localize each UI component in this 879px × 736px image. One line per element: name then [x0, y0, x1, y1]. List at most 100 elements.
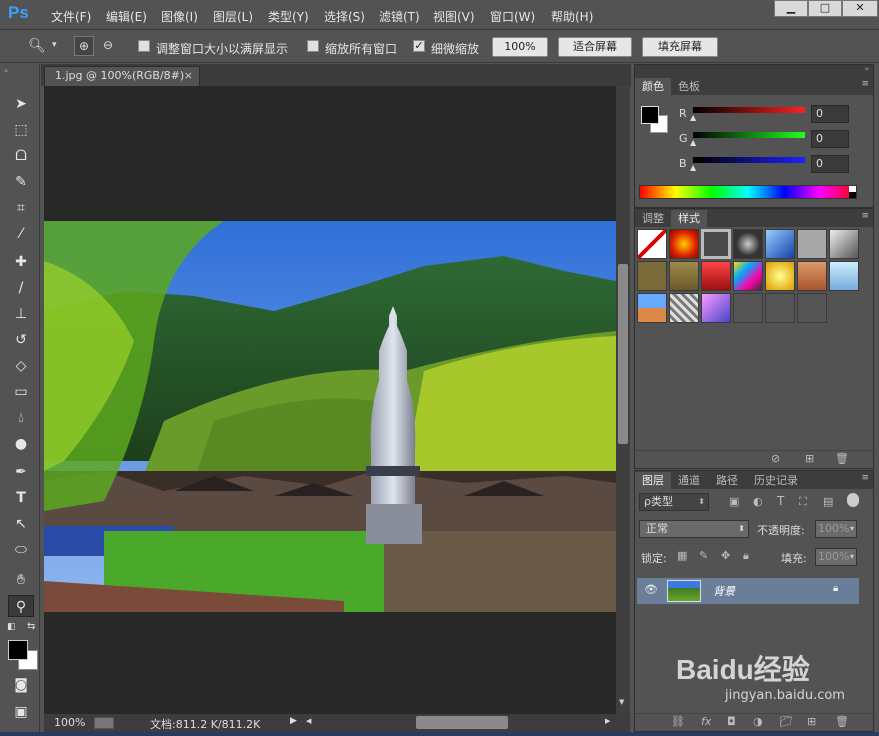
zoom-level[interactable]: 100% — [54, 716, 85, 729]
style-none[interactable] — [637, 229, 667, 259]
style-metal[interactable] — [829, 229, 859, 259]
menu-filter[interactable]: 滤镜(T) — [379, 8, 420, 25]
zoom-all-checkbox[interactable] — [307, 40, 319, 52]
quick-mask-icon[interactable]: ◙ — [8, 674, 34, 696]
restore-button[interactable]: □ — [808, 0, 842, 17]
tab-history[interactable]: 历史记录 — [747, 472, 805, 489]
menu-help[interactable]: 帮助(H) — [551, 8, 593, 25]
dodge-tool-icon[interactable]: ● — [8, 433, 34, 455]
tab-color[interactable]: 颜色 — [635, 78, 671, 95]
collapse-icon[interactable]: » — [4, 67, 8, 75]
hand-tool-icon[interactable]: ✋︎ — [8, 569, 34, 591]
style-yellow[interactable] — [765, 261, 795, 291]
style-dark-c[interactable] — [797, 293, 827, 323]
move-tool-icon[interactable]: ➤ — [8, 93, 34, 115]
scrubby-zoom-checkbox[interactable]: ✓ — [413, 40, 425, 52]
style-blue-glass[interactable] — [765, 229, 795, 259]
resize-windows-checkbox[interactable] — [138, 40, 150, 52]
layer-style-icon[interactable]: fx — [701, 715, 711, 728]
close-tab-icon[interactable]: × — [184, 67, 193, 85]
lock-position-icon[interactable]: ✥ — [721, 549, 730, 562]
new-style-icon[interactable]: ⊞ — [805, 452, 814, 465]
style-sunset[interactable] — [637, 293, 667, 323]
tab-paths[interactable]: 路径 — [709, 472, 745, 489]
blend-mode-select[interactable]: 正常 ⬍ — [639, 520, 749, 538]
new-layer-icon[interactable]: ⊞ — [807, 715, 816, 728]
canvas-area[interactable] — [44, 86, 616, 714]
tab-layers[interactable]: 图层 — [635, 472, 671, 489]
scroll-right-icon[interactable]: ▶ — [605, 717, 610, 725]
crop-tool-icon[interactable]: ⌗ — [8, 197, 34, 219]
swap-colors-icon[interactable]: ⇆ — [27, 621, 35, 632]
status-menu-icon[interactable]: ▶ — [290, 716, 297, 726]
filter-smart-object-icon[interactable]: ▤ — [823, 495, 833, 508]
style-purple[interactable] — [701, 293, 731, 323]
adjustment-layer-icon[interactable]: ◑ — [753, 715, 763, 728]
fill-screen-button[interactable]: 填充屏幕 — [642, 37, 718, 57]
status-preview-icon[interactable] — [94, 717, 114, 729]
style-red-glow[interactable] — [669, 229, 699, 259]
filter-shape-icon[interactable]: ⛶ — [799, 495, 807, 509]
style-rainbow[interactable] — [733, 261, 763, 291]
tab-channels[interactable]: 通道 — [671, 472, 707, 489]
channel-g-input[interactable]: 0 — [811, 130, 849, 148]
menu-edit[interactable]: 编辑(E) — [106, 8, 147, 25]
eyedropper-tool-icon[interactable]: ⁄ — [8, 223, 34, 245]
visibility-eye-icon[interactable]: 👁︎ — [644, 583, 658, 596]
zoom-out-icon[interactable]: ⊖ — [98, 36, 118, 56]
spectrum-black-chip[interactable] — [849, 192, 856, 198]
menu-window[interactable]: 窗口(W) — [490, 8, 535, 25]
tab-adjustments[interactable]: 调整 — [635, 210, 671, 227]
add-mask-icon[interactable]: ◘ — [727, 715, 736, 728]
filter-pixel-icon[interactable]: ▣ — [729, 495, 739, 508]
document-image[interactable] — [44, 221, 616, 612]
menu-file[interactable]: 文件(F) — [51, 8, 91, 25]
link-layers-icon[interactable]: ⛓︎ — [671, 715, 685, 728]
tab-swatches[interactable]: 色板 — [671, 78, 707, 95]
shape-tool-icon[interactable]: ⬭ — [8, 539, 34, 561]
filter-toggle[interactable] — [847, 493, 859, 507]
panel-menu-icon[interactable]: ≡ — [861, 79, 869, 89]
style-wood[interactable] — [669, 261, 699, 291]
clear-style-icon[interactable]: ⊘ — [771, 452, 780, 465]
filter-type-icon[interactable]: T — [777, 494, 784, 508]
style-red-button[interactable] — [701, 261, 731, 291]
history-brush-tool-icon[interactable]: ↺ — [8, 329, 34, 351]
style-copper[interactable] — [797, 261, 827, 291]
vertical-scroll-thumb[interactable] — [618, 264, 628, 444]
style-olive[interactable] — [637, 261, 667, 291]
color-spectrum-bar[interactable] — [639, 185, 857, 199]
panel-menu-icon[interactable]: ≡ — [861, 211, 869, 221]
style-gray[interactable] — [797, 229, 827, 259]
marquee-tool-icon[interactable]: ⬚ — [8, 119, 34, 141]
style-dark-a[interactable] — [733, 293, 763, 323]
panel-menu-icon[interactable]: ≡ — [861, 473, 869, 483]
healing-brush-tool-icon[interactable]: ✚ — [8, 251, 34, 273]
horizontal-scroll-thumb[interactable] — [416, 716, 508, 729]
tool-preset-dropdown-icon[interactable]: ▾ — [52, 40, 57, 50]
screen-mode-icon[interactable]: ▣ — [8, 701, 34, 723]
menu-image[interactable]: 图像(I) — [161, 8, 198, 25]
menu-view[interactable]: 视图(V) — [433, 8, 475, 25]
lock-image-icon[interactable]: ✎ — [699, 549, 708, 562]
default-colors-icon[interactable]: ◧ — [7, 622, 16, 632]
layer-row-background[interactable]: 👁︎ 背景 🔒︎ — [637, 578, 859, 604]
delete-style-icon[interactable]: 🗑︎ — [835, 452, 849, 465]
minimize-button[interactable]: ▁ — [774, 0, 808, 17]
layer-filter-select[interactable]: ρ类型 ⬍ — [639, 493, 709, 511]
quick-select-tool-icon[interactable]: ✎ — [8, 171, 34, 193]
zoom-tool-icon[interactable]: 🔍︎ — [28, 38, 46, 54]
channel-r-input[interactable]: 0 — [811, 105, 849, 123]
zoom-in-icon[interactable]: ⊕ — [74, 36, 94, 56]
channel-r-slider[interactable] — [693, 107, 805, 113]
style-chrome[interactable] — [733, 229, 763, 259]
channel-r-handle[interactable]: ▲ — [690, 113, 696, 122]
menu-layer[interactable]: 图层(L) — [213, 8, 253, 25]
menu-select[interactable]: 选择(S) — [324, 8, 365, 25]
scroll-left-icon[interactable]: ◀ — [306, 717, 311, 725]
opacity-field[interactable]: 100% ▾ — [815, 520, 857, 538]
lasso-tool-icon[interactable]: ᗝ — [8, 145, 34, 167]
style-pattern[interactable] — [669, 293, 699, 323]
tab-styles[interactable]: 样式 — [671, 210, 707, 227]
menu-type[interactable]: 类型(Y) — [268, 8, 309, 25]
